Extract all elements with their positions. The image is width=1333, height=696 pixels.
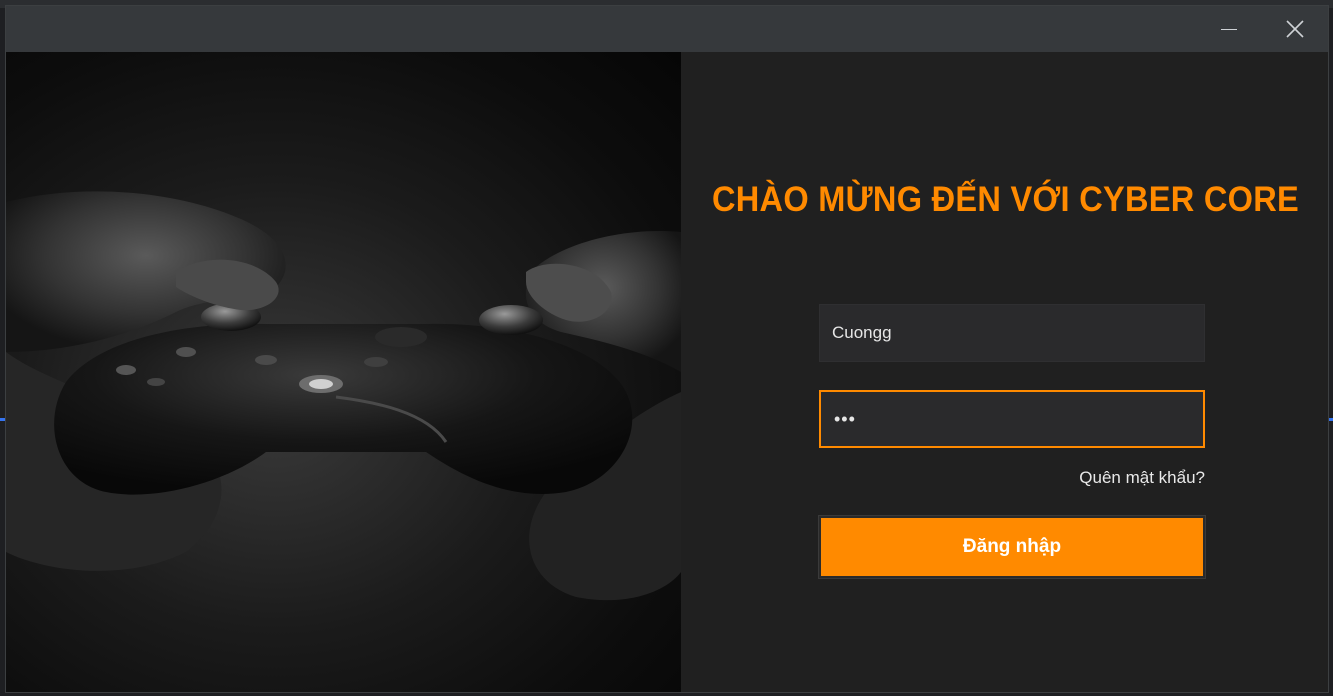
welcome-title: CHÀO MỪNG ĐẾN VỚI CYBER CORE: [711, 180, 1300, 219]
username-input[interactable]: Cuongg: [819, 304, 1205, 362]
login-button-label: Đăng nhập: [962, 536, 1062, 557]
username-value: Cuongg: [832, 323, 892, 342]
minimize-icon: [1221, 28, 1237, 30]
close-icon: [1286, 20, 1304, 38]
close-button[interactable]: [1272, 6, 1318, 52]
title-bar[interactable]: [6, 6, 1328, 52]
login-panel: CHÀO MỪNG ĐẾN VỚI CYBER CORE Cuongg ••• …: [681, 52, 1328, 692]
password-value: •••: [834, 408, 856, 429]
login-button[interactable]: Đăng nhập: [818, 515, 1206, 579]
hero-gamepad-image: [6, 52, 681, 692]
minimize-button[interactable]: [1206, 6, 1252, 52]
password-input[interactable]: •••: [819, 390, 1205, 448]
gamepad-photo-icon: [6, 191, 681, 601]
forgot-password-link[interactable]: Quên mật khẩu?: [1079, 468, 1205, 488]
login-window: CHÀO MỪNG ĐẾN VỚI CYBER CORE Cuongg ••• …: [5, 5, 1329, 693]
